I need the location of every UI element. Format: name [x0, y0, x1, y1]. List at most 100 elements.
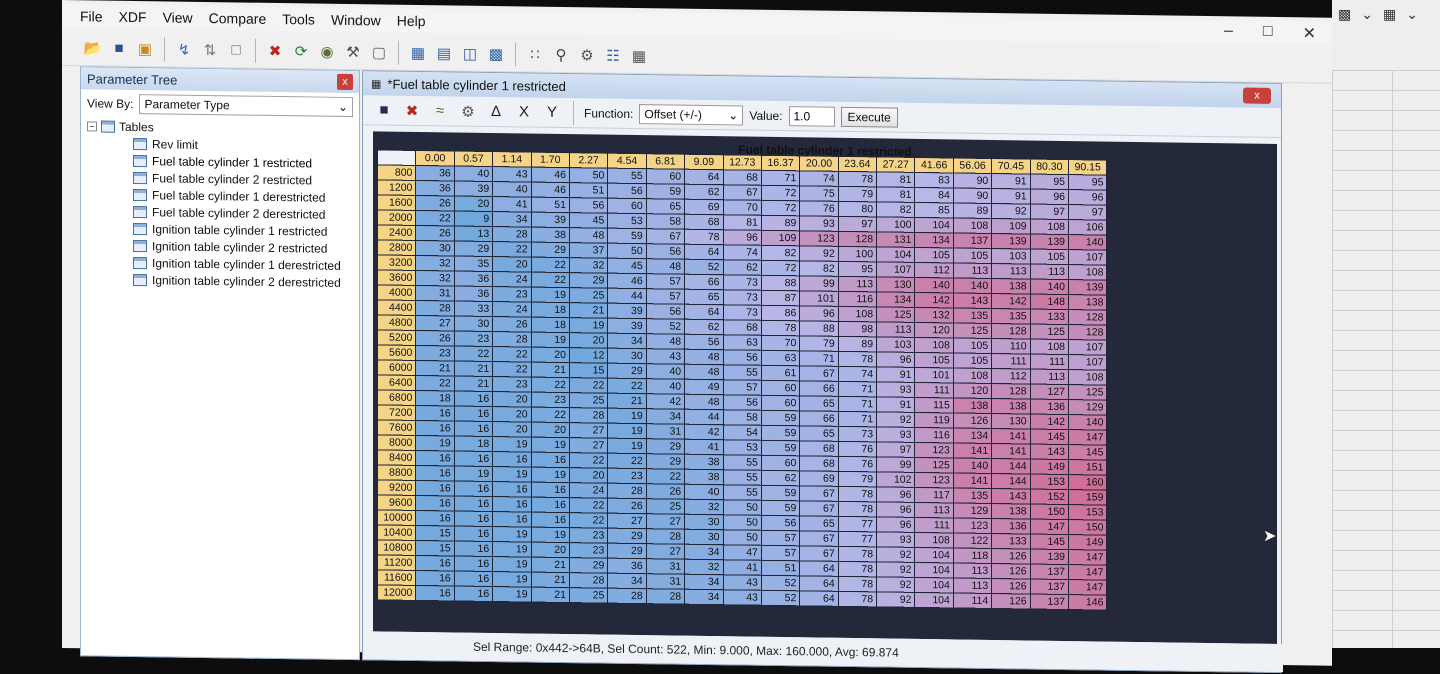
table-cell[interactable]: 36 — [454, 270, 493, 287]
table-cell[interactable]: 52 — [646, 318, 685, 335]
column-header[interactable]: 23.64 — [838, 156, 877, 172]
table-cell[interactable]: 108 — [914, 532, 954, 548]
table-cell[interactable]: 15 — [415, 525, 455, 541]
table-cell[interactable]: 66 — [799, 380, 839, 397]
table-cell[interactable]: 71 — [799, 350, 839, 367]
table-cell[interactable]: 32 — [569, 257, 608, 274]
table-cell[interactable]: 93 — [876, 531, 915, 548]
table-cell[interactable]: 16 — [415, 585, 455, 601]
table-cell[interactable]: 43 — [723, 574, 762, 591]
table-cell[interactable]: 59 — [761, 500, 800, 516]
table-cell[interactable]: 16 — [531, 452, 570, 468]
row-header[interactable]: 11600 — [377, 569, 416, 586]
table-cell[interactable]: 126 — [991, 548, 1031, 565]
save-icon[interactable]: ■ — [108, 37, 130, 59]
table-cell[interactable]: 97 — [876, 441, 915, 458]
table-cell[interactable]: 88 — [799, 320, 839, 337]
table-cell[interactable]: 21 — [531, 362, 570, 378]
table-cell[interactable]: 123 — [953, 517, 992, 534]
table-cell[interactable]: 96 — [876, 516, 915, 533]
table-cell[interactable]: 78 — [838, 171, 877, 187]
table-cell[interactable]: 70 — [723, 199, 762, 216]
table-cell[interactable]: 97 — [838, 216, 877, 232]
table-cell[interactable]: 96 — [723, 229, 762, 246]
table-cell[interactable]: 104 — [914, 592, 954, 608]
table-cell[interactable]: 108 — [953, 367, 992, 384]
table-cell[interactable]: 141 — [953, 472, 992, 489]
table-cell[interactable]: 22 — [569, 512, 608, 529]
table-cell[interactable]: 135 — [991, 308, 1031, 325]
table-cell[interactable]: 40 — [684, 484, 724, 500]
table-cell[interactable]: 129 — [953, 502, 992, 519]
table-cell[interactable]: 22 — [646, 468, 685, 485]
table-cell[interactable]: 16 — [454, 390, 493, 407]
binary-icon[interactable]: ∷ — [524, 43, 546, 65]
table-cell[interactable]: 65 — [646, 198, 685, 215]
table-cell[interactable]: 88 — [761, 275, 800, 291]
table-cell[interactable]: 68 — [723, 169, 762, 186]
table-cell[interactable]: 62 — [684, 184, 724, 200]
table-cell[interactable]: 91 — [876, 396, 915, 413]
table-cell[interactable]: 104 — [876, 246, 915, 263]
table-cell[interactable]: 133 — [1030, 309, 1069, 325]
table-cell[interactable]: 16 — [492, 496, 532, 513]
table-cell[interactable]: 147 — [1068, 579, 1107, 596]
table-cell[interactable]: 19 — [531, 287, 570, 303]
table-cell[interactable]: 21 — [569, 302, 608, 319]
table-cell[interactable]: 139 — [1030, 234, 1069, 250]
table-cell[interactable]: 23 — [569, 527, 608, 544]
column-header[interactable]: 27.27 — [876, 156, 915, 173]
table-cell[interactable]: 48 — [684, 394, 724, 410]
table-cell[interactable]: 28 — [646, 588, 685, 605]
table-cell[interactable]: 28 — [415, 300, 455, 316]
view-list-icon[interactable]: ▤ — [433, 42, 455, 64]
table-cell[interactable]: 140 — [1068, 234, 1107, 251]
table-cell[interactable]: 27 — [607, 513, 647, 529]
table-cell[interactable]: 104 — [914, 562, 954, 578]
table-cell[interactable]: 107 — [1068, 354, 1107, 371]
table-cell[interactable]: 13 — [454, 225, 493, 242]
table-cell[interactable]: 29 — [531, 242, 570, 258]
table-cell[interactable]: 137 — [953, 232, 992, 249]
table-cell[interactable]: 85 — [914, 202, 954, 218]
table-cell[interactable]: 112 — [991, 368, 1031, 385]
table-cell[interactable]: 57 — [646, 288, 685, 305]
row-header[interactable]: 7600 — [377, 419, 416, 436]
table-cell[interactable]: 25 — [569, 287, 608, 304]
view-graph-icon[interactable]: ◫ — [459, 42, 481, 64]
table-cell[interactable]: 22 — [569, 377, 608, 394]
table-cell[interactable]: 123 — [914, 472, 954, 488]
table-cell[interactable]: 99 — [876, 456, 915, 473]
table-cell[interactable]: 45 — [607, 258, 647, 274]
table-cell[interactable]: 126 — [991, 593, 1031, 610]
table-cell[interactable]: 90 — [953, 187, 992, 204]
table-cell[interactable]: 123 — [799, 230, 839, 247]
table-cell[interactable]: 143 — [991, 488, 1031, 505]
table-cell[interactable]: 108 — [953, 217, 992, 234]
table-cell[interactable]: 40 — [646, 363, 685, 380]
table-cell[interactable]: 67 — [799, 530, 839, 547]
table-cell[interactable]: 21 — [454, 375, 493, 392]
table-cell[interactable]: 19 — [531, 467, 570, 483]
table-cell[interactable]: 39 — [531, 212, 570, 228]
table-cell[interactable]: 96 — [876, 501, 915, 518]
table-cell[interactable]: 136 — [991, 518, 1031, 535]
table-cell[interactable]: 97 — [1030, 204, 1069, 220]
table-cell[interactable]: 125 — [953, 322, 992, 339]
row-header[interactable]: 3600 — [377, 269, 416, 286]
table-cell[interactable]: 30 — [684, 514, 724, 530]
table-cell[interactable]: 78 — [838, 351, 877, 367]
table-cell[interactable]: 34 — [684, 589, 724, 605]
delete-icon[interactable]: ✖ — [264, 39, 286, 61]
table-cell[interactable]: 141 — [953, 442, 992, 459]
table-cell[interactable]: 40 — [492, 181, 532, 198]
table-cell[interactable]: 104 — [914, 547, 954, 563]
table-cell[interactable]: 28 — [607, 483, 647, 499]
table-cell[interactable]: 139 — [1068, 279, 1107, 296]
table-cell[interactable]: 50 — [723, 529, 762, 546]
menu-window[interactable]: Window — [331, 12, 381, 29]
table-cell[interactable]: 20 — [492, 256, 532, 273]
table-cell[interactable]: 109 — [991, 218, 1031, 235]
table-cell[interactable]: 50 — [723, 514, 762, 531]
table-cell[interactable]: 56 — [723, 349, 762, 366]
